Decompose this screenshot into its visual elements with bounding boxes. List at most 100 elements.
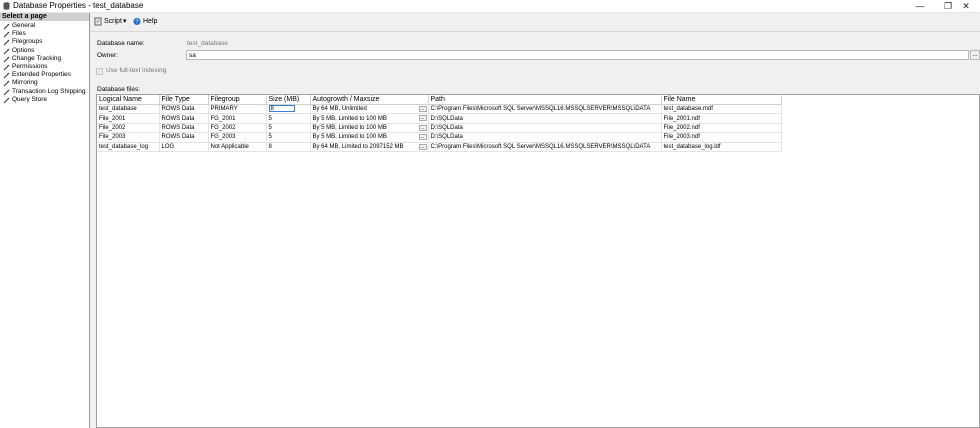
page-item-filegroups[interactable]: Filegroups	[0, 38, 85, 46]
logical-name-cell[interactable]: File_2002	[97, 123, 160, 134]
page-item-general[interactable]: General	[0, 22, 85, 30]
path-cell[interactable]: D:\SQLData	[428, 132, 662, 143]
page-list: General Files Filegroups Options Change …	[0, 22, 85, 104]
toolbar: Script ▾ ? Help	[90, 13, 980, 32]
file-name-cell[interactable]: test_database.mdf	[661, 104, 782, 115]
autogrowth-edit-button[interactable]: ...	[418, 143, 427, 150]
title-bar: Database Properties - test_database — ❐ …	[0, 0, 980, 13]
script-button[interactable]: Script	[104, 17, 122, 26]
autogrowth-cell: By 5 MB, Limited to 100 MB...	[310, 113, 429, 124]
path-cell[interactable]: D:\SQLData	[428, 113, 662, 124]
file-name-cell[interactable]: File_2002.ndf	[661, 123, 782, 134]
column-header[interactable]: Size (MB)	[266, 95, 311, 105]
filegroup-cell[interactable]: Not Applicable	[208, 142, 267, 152]
table-row[interactable]: File_2003 ROWS Data FG_2003 5 By 5 MB, L…	[97, 132, 782, 143]
wrench-icon	[3, 40, 10, 46]
page-item-label: General	[12, 22, 36, 29]
logical-name-cell[interactable]: File_2001	[97, 113, 160, 124]
page-item-label: Extended Properties	[12, 71, 71, 79]
owner-input[interactable]: sa	[186, 50, 969, 60]
logical-name-cell[interactable]: File_2003	[97, 132, 160, 143]
help-icon: ?	[133, 17, 141, 26]
autogrowth-value: By 5 MB, Limited to 100 MB	[312, 115, 387, 122]
page-item-label: Filegroups	[12, 38, 43, 46]
size-cell[interactable]: 5	[266, 132, 311, 143]
database-icon	[3, 2, 10, 10]
filegroup-cell[interactable]: FG_2003	[208, 132, 267, 143]
fulltext-checkbox[interactable]	[96, 68, 103, 75]
table-row[interactable]: test_database ROWS Data PRIMARY 8 By 64 …	[97, 104, 782, 115]
database-files-label: Database files:	[97, 86, 140, 93]
size-cell[interactable]: 8	[266, 104, 311, 115]
page-item-label: Change Tracking	[12, 54, 62, 62]
autogrowth-cell: By 5 MB, Limited to 100 MB...	[310, 132, 429, 143]
autogrowth-edit-button[interactable]: ...	[418, 134, 427, 141]
size-cell[interactable]: 5	[266, 113, 311, 124]
page-item-files[interactable]: Files	[0, 30, 85, 38]
minimize-button[interactable]: —	[906, 0, 934, 12]
close-button[interactable]: ✕	[952, 0, 980, 12]
column-header[interactable]: Path	[428, 95, 662, 105]
file-type-cell[interactable]: ROWS Data	[159, 113, 209, 124]
file-type-cell[interactable]: ROWS Data	[159, 123, 209, 134]
autogrowth-edit-button[interactable]: ...	[418, 115, 427, 122]
table-row[interactable]: File_2001 ROWS Data FG_2001 5 By 5 MB, L…	[97, 113, 782, 124]
file-name-cell[interactable]: test_database_log.ldf	[661, 142, 782, 152]
page-selector-panel: Select a page General Files Filegroups O…	[0, 13, 90, 428]
column-header[interactable]: Autogrowth / Maxsize	[310, 95, 429, 105]
file-type-cell[interactable]: LOG	[159, 142, 209, 152]
files-table: Logical Name File Type Filegroup Size (M…	[97, 95, 782, 152]
autogrowth-value: By 5 MB, Limited to 100 MB	[312, 124, 387, 131]
page-item-change-tracking[interactable]: Change Tracking	[0, 55, 85, 63]
owner-browse-button[interactable]: ...	[970, 50, 980, 60]
page-item-query-store[interactable]: Query Store	[0, 96, 85, 104]
autogrowth-edit-button[interactable]: ...	[418, 124, 427, 131]
page-item-options[interactable]: Options	[0, 47, 85, 55]
page-item-extended-properties[interactable]: Extended Properties	[0, 71, 85, 79]
properties-panel: Script ▾ ? Help Database name: test_data…	[90, 13, 980, 428]
file-name-cell[interactable]: File_2003.ndf	[661, 132, 782, 143]
table-row[interactable]: File_2002 ROWS Data FG_2002 5 By 5 MB, L…	[97, 123, 782, 134]
size-cell[interactable]: 8	[266, 142, 311, 152]
autogrowth-value: By 64 MB, Limited to 2097152 MB	[312, 143, 404, 150]
page-item-transaction-log-shipping[interactable]: Transaction Log Shipping	[0, 88, 85, 96]
wrench-icon	[3, 80, 10, 87]
column-header[interactable]: Logical Name	[97, 95, 160, 105]
wrench-icon	[3, 31, 10, 38]
autogrowth-cell: By 64 MB, Limited to 2097152 MB...	[310, 142, 429, 152]
page-item-label: Files	[12, 30, 26, 38]
autogrowth-edit-button[interactable]: ...	[418, 106, 427, 112]
column-header[interactable]: Filegroup	[208, 95, 267, 105]
wrench-icon	[3, 97, 10, 104]
help-button[interactable]: Help	[143, 17, 157, 26]
file-type-cell[interactable]: ROWS Data	[159, 104, 209, 115]
path-cell[interactable]: C:\Program Files\Microsoft SQL Server\MS…	[428, 142, 662, 152]
wrench-icon	[3, 48, 10, 54]
path-cell[interactable]: C:\Program Files\Microsoft SQL Server\MS…	[428, 104, 662, 115]
page-item-mirroring[interactable]: Mirroring	[0, 79, 85, 87]
file-name-cell[interactable]: File_2001.ndf	[661, 113, 782, 124]
file-type-cell[interactable]: ROWS Data	[159, 132, 209, 143]
filegroup-cell[interactable]: FG_2002	[208, 123, 267, 134]
size-input[interactable]: 8	[268, 105, 295, 113]
wrench-icon	[3, 56, 10, 63]
column-header[interactable]: File Name	[661, 95, 782, 105]
column-header[interactable]: File Type	[159, 95, 209, 105]
size-cell[interactable]: 5	[266, 123, 311, 134]
database-files-grid: Logical Name File Type Filegroup Size (M…	[96, 94, 980, 428]
page-item-permissions[interactable]: Permissions	[0, 63, 85, 71]
page-item-label: Permissions	[12, 62, 48, 70]
database-name-value: test_database	[187, 40, 228, 47]
script-icon	[94, 17, 102, 26]
page-item-label: Query Store	[12, 95, 48, 103]
logical-name-cell[interactable]: test_database_log	[97, 142, 160, 152]
table-row[interactable]: test_database_log LOG Not Applicable 8 B…	[97, 142, 782, 152]
logical-name-cell[interactable]: test_database	[97, 104, 160, 115]
page-item-label: Transaction Log Shipping	[12, 87, 86, 95]
wrench-icon	[3, 23, 10, 30]
filegroup-cell[interactable]: PRIMARY	[208, 104, 267, 115]
fulltext-label: Use full-text indexing	[106, 67, 167, 74]
path-cell[interactable]: D:\SQLData	[428, 123, 662, 134]
script-dropdown-icon[interactable]: ▾	[123, 17, 127, 26]
filegroup-cell[interactable]: FG_2001	[208, 113, 267, 124]
